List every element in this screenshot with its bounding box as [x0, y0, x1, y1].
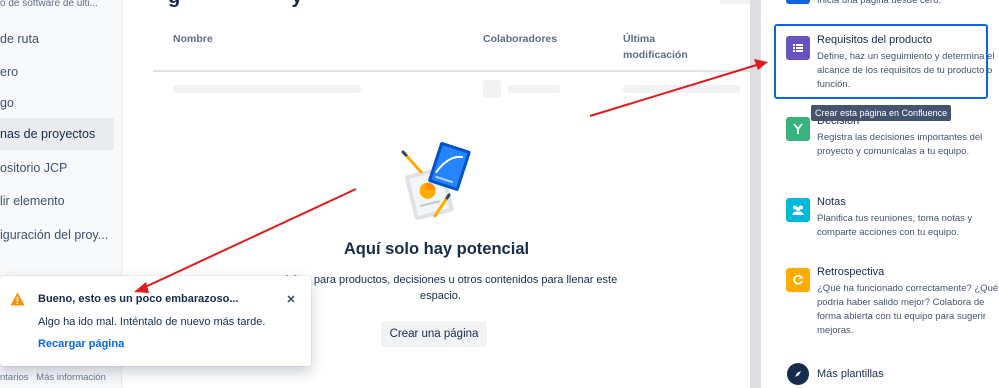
people-icon	[786, 198, 810, 222]
column-header-collaborators[interactable]: Colaboradores	[483, 31, 557, 47]
sidebar-item-roadmap[interactable]: de ruta	[0, 23, 114, 55]
template-retrospective[interactable]: Retrospectiva ¿Qué ha funcionado correct…	[775, 266, 998, 336]
sidebar-item-add-element[interactable]: lir elemento	[0, 185, 114, 217]
template-notes[interactable]: Notas Planifica tus reuniones, toma nota…	[775, 196, 989, 256]
sidebar-project-name: o de software de últi...	[0, 0, 98, 9]
template-decision[interactable]: Decisión Registra las decisiones importa…	[775, 115, 989, 175]
table-header-divider	[153, 70, 750, 72]
loading-placeholder-name	[173, 85, 361, 93]
template-blank-desc: Inicia una página desde cero.	[817, 0, 942, 6]
branch-icon	[786, 117, 810, 141]
templates-panel: Inicia una página desde cero. Requisitos…	[761, 0, 999, 388]
warning-icon	[10, 292, 25, 306]
panel-divider[interactable]	[750, 0, 761, 388]
column-header-name[interactable]: Nombre	[173, 31, 213, 47]
template-desc: Define, haz un seguimiento y determina e…	[817, 51, 995, 90]
sidebar-item-repository[interactable]: ositorio JCP	[0, 152, 114, 184]
sidebar-item-project-settings[interactable]: iguración del proy...	[0, 219, 114, 251]
loading-placeholder-avatar	[483, 80, 501, 98]
template-desc: Planifica tus reuniones, toma notas y co…	[817, 213, 973, 238]
more-templates-link[interactable]: Más plantillas	[775, 362, 989, 386]
feedback-link[interactable]: ntarios	[0, 372, 29, 383]
page-title-fragment: g y	[168, 0, 302, 9]
header-button[interactable]	[720, 0, 750, 4]
compass-icon	[787, 363, 809, 385]
column-header-last-modified[interactable]: Última modificación	[623, 31, 703, 63]
empty-state-description: requisitos para productos, decisiones u …	[263, 274, 618, 302]
error-flag: Bueno, esto es un poco embarazoso... Alg…	[0, 276, 311, 366]
create-page-button[interactable]: Crear una página	[381, 321, 487, 347]
more-templates-label: Más plantillas	[817, 368, 884, 380]
sidebar-footer: ntarios Más información	[0, 372, 106, 383]
loading-placeholder-collab	[508, 85, 560, 93]
template-name: Notas	[817, 196, 846, 208]
template-desc: ¿Qué ha funcionado correctamente? ¿Qué p…	[817, 283, 999, 336]
sidebar-item-code[interactable]: go	[0, 87, 114, 119]
flag-title: Bueno, esto es un poco embarazoso...	[38, 293, 239, 305]
loading-placeholder-date	[623, 85, 740, 93]
refresh-icon	[786, 268, 810, 292]
template-product-requirements[interactable]: Requisitos del producto Define, haz un s…	[774, 24, 994, 99]
empty-state-title: Aquí solo hay potencial	[343, 240, 530, 258]
list-icon	[786, 36, 810, 60]
empty-state-illustration-icon	[401, 142, 471, 220]
sidebar-item-project-pages[interactable]: nas de proyectos	[0, 118, 114, 150]
sidebar-item-board[interactable]: ero	[0, 56, 114, 88]
template-name: Requisitos del producto	[817, 34, 932, 46]
template-desc: Registra las decisiones importantes del …	[817, 132, 983, 157]
flag-message: Algo ha ido mal. Inténtalo de nuevo más …	[38, 316, 266, 328]
template-blank[interactable]: Inicia una página desde cero.	[775, 0, 989, 10]
close-icon[interactable]	[285, 293, 297, 305]
template-name: Retrospectiva	[817, 266, 885, 278]
reload-page-link[interactable]: Recargar página	[38, 338, 124, 350]
learn-more-link[interactable]: Más información	[36, 372, 106, 383]
create-in-confluence-tooltip: Crear esta página en Confluence	[811, 105, 952, 121]
blank-page-icon	[786, 0, 810, 4]
